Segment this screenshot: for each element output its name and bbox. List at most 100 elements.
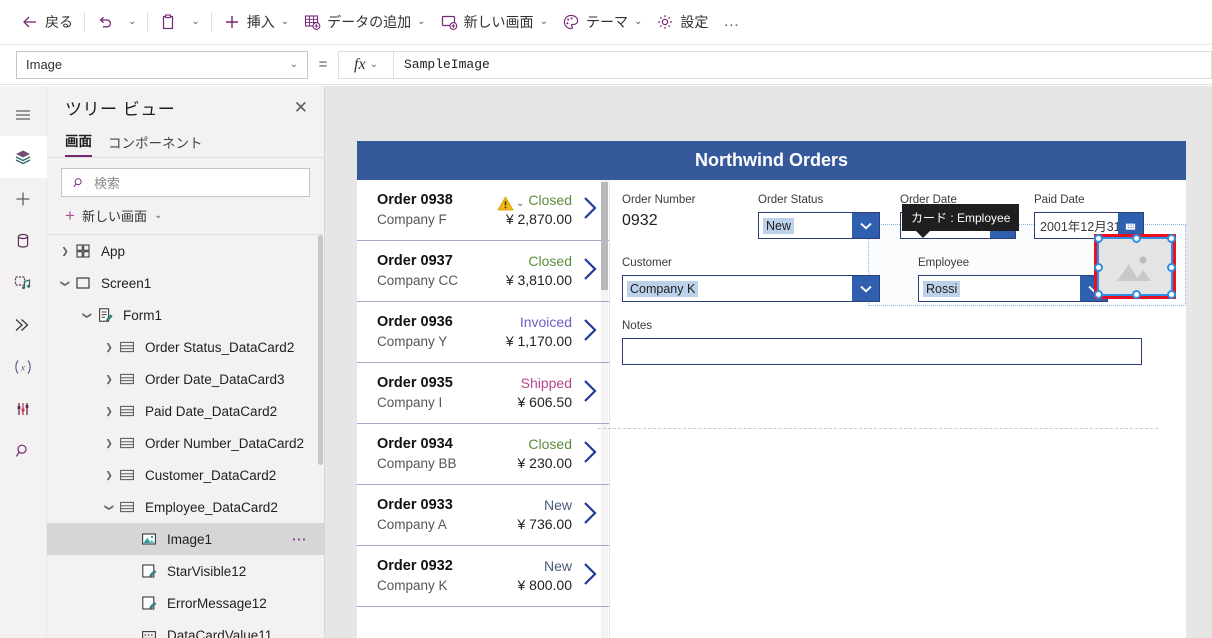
gallery-item[interactable]: Order 0938 Company F Closed ¥ 2,870.00 ⌄: [357, 180, 609, 241]
tree-node-context-menu[interactable]: ⋯: [292, 532, 309, 547]
resize-handle-w[interactable]: [1094, 263, 1103, 272]
image-icon: [139, 531, 159, 547]
tree-node-paid-date-datacard2[interactable]: ❯ Paid Date_DataCard2: [47, 395, 324, 427]
chevron-down-icon[interactable]: [852, 276, 879, 301]
resize-handle-sw[interactable]: [1094, 290, 1103, 299]
tree-node-starvisible12[interactable]: StarVisible12: [47, 555, 324, 587]
power-automate-button[interactable]: [0, 304, 47, 346]
tree-view-button[interactable]: [0, 136, 47, 178]
resize-handle-s[interactable]: [1132, 290, 1141, 299]
gallery-item[interactable]: Order 0936 Company Y Invoiced ¥ 1,170.00: [357, 302, 609, 363]
insert-panel-button[interactable]: [0, 178, 47, 220]
tree-node-label: DataCardValue11: [167, 627, 273, 638]
tree-view-icon: [15, 150, 31, 165]
resize-handle-e[interactable]: [1167, 263, 1176, 272]
insert-button[interactable]: 挿入 ⌄: [216, 5, 296, 39]
gallery-item[interactable]: Order 0934 Company BB Closed ¥ 230.00: [357, 424, 609, 485]
new-screen-button[interactable]: 新しい画面 ⌄: [433, 5, 555, 39]
add-data-button[interactable]: データの追加 ⌄: [296, 5, 432, 39]
hamburger-menu-button[interactable]: [0, 94, 47, 136]
tree-search-box[interactable]: 検索: [61, 168, 310, 197]
theme-label: テーマ: [585, 14, 628, 30]
data-panel-button[interactable]: [0, 220, 47, 262]
gallery-item-warning[interactable]: ⌄: [497, 196, 524, 211]
employee-dropdown[interactable]: Rossi: [918, 275, 1108, 302]
orders-gallery[interactable]: Order 0938 Company F Closed ¥ 2,870.00 ⌄ Orde…: [357, 180, 610, 638]
tree-node-order-status-datacard2[interactable]: ❯ Order Status_DataCard2: [47, 331, 324, 363]
chevron-right-icon[interactable]: ❯: [101, 438, 117, 449]
app-body: Order 0938 Company F Closed ¥ 2,870.00 ⌄ Orde…: [357, 180, 1186, 638]
theme-button[interactable]: テーマ ⌄: [555, 5, 649, 39]
tree-node-datacardvalue11[interactable]: DataCardValue11: [47, 619, 324, 638]
variables-button[interactable]: x: [0, 346, 47, 388]
chevron-down-icon[interactable]: ⌄: [516, 198, 524, 209]
image1-control[interactable]: [1094, 234, 1176, 299]
gallery-item[interactable]: Order 0937 Company CC Closed ¥ 3,810.00: [357, 241, 609, 302]
media-panel-button[interactable]: [0, 262, 47, 304]
tools-button[interactable]: [0, 388, 47, 430]
formula-input[interactable]: SampleImage: [394, 50, 1212, 79]
undo-dropdown[interactable]: ⌄: [121, 5, 143, 39]
chevron-right-icon[interactable]: ❯: [57, 246, 73, 257]
tab-screens[interactable]: 画面: [65, 130, 92, 157]
overflow-menu-button[interactable]: …: [715, 13, 748, 31]
gallery-scrollbar-thumb[interactable]: [601, 182, 608, 290]
chevron-down-icon[interactable]: [852, 213, 879, 238]
gallery-item-chevron-icon[interactable]: [576, 317, 604, 348]
chevron-down-icon[interactable]: ❯: [104, 499, 115, 515]
settings-button[interactable]: 設定: [649, 5, 715, 39]
paste-dropdown[interactable]: ⌄: [184, 5, 206, 39]
tree-node-order-number-datacard2[interactable]: ❯ Order Number_DataCard2: [47, 427, 324, 459]
tree-node-errormessage12[interactable]: ErrorMessage12: [47, 587, 324, 619]
chevron-right-icon[interactable]: ❯: [101, 342, 117, 353]
new-screen-tree-button[interactable]: + 新しい画面 ⌄: [47, 201, 324, 234]
tree-node-list: ❯ App ❯ Screen1 ❯ Form1 ❯ Order Status_DataCard…: [47, 234, 324, 638]
chevron-right-icon[interactable]: ❯: [101, 374, 117, 385]
gallery-item[interactable]: Order 0935 Company I Shipped ¥ 606.50: [357, 363, 609, 424]
gallery-item-chevron-icon[interactable]: [576, 500, 604, 531]
chevron-down-icon: ⌄: [128, 16, 137, 27]
paste-button[interactable]: [152, 5, 184, 39]
gallery-item-chevron-icon[interactable]: [576, 561, 604, 592]
chevron-down-icon[interactable]: ❯: [60, 275, 71, 291]
tree-node-order-date-datacard3[interactable]: ❯ Order Date_DataCard3: [47, 363, 324, 395]
command-bar: 戻る ⌄ ⌄ 挿入 ⌄ データの追加 ⌄ 新しい画面 ⌄ テーマ ⌄ 設定 …: [0, 0, 1212, 45]
tree-search-input[interactable]: 検索: [94, 173, 120, 192]
customer-dropdown[interactable]: Company K: [622, 275, 880, 302]
chevron-down-icon[interactable]: ❯: [82, 307, 93, 323]
chevron-right-icon[interactable]: ❯: [101, 406, 117, 417]
tree-scrollbar[interactable]: [318, 235, 323, 465]
back-button[interactable]: 戻る: [14, 5, 80, 39]
toolbar-divider: [147, 12, 149, 32]
gallery-item-order: Order 0938: [377, 192, 453, 208]
property-select[interactable]: Image ⌄: [16, 50, 308, 79]
undo-button[interactable]: [89, 5, 121, 39]
gallery-item-company: Company Y: [377, 334, 448, 349]
search-button[interactable]: [0, 430, 47, 472]
gallery-item[interactable]: Order 0933 Company A New ¥ 736.00: [357, 485, 609, 546]
canvas-area: Northwind Orders Order 0938 Company F Clos…: [325, 86, 1212, 638]
order-status-dropdown[interactable]: New: [758, 212, 880, 239]
chevron-right-icon[interactable]: ❯: [101, 470, 117, 481]
resize-handle-ne[interactable]: [1167, 234, 1176, 243]
fx-button[interactable]: fx ⌄: [338, 50, 394, 79]
gallery-item-chevron-icon[interactable]: [576, 256, 604, 287]
tree-node-image1[interactable]: Image1 ⋯: [47, 523, 324, 555]
close-icon[interactable]: ✕: [294, 99, 308, 116]
tree-node-employee-datacard2[interactable]: ❯ Employee_DataCard2: [47, 491, 324, 523]
gallery-item-chevron-icon[interactable]: [576, 195, 604, 226]
tree-node-screen1[interactable]: ❯ Screen1: [47, 267, 324, 299]
form-row-3: Notes: [622, 320, 1164, 365]
image-control-selection[interactable]: [1094, 234, 1176, 299]
resize-handle-se[interactable]: [1167, 290, 1176, 299]
resize-handle-nw[interactable]: [1094, 234, 1103, 243]
notes-input[interactable]: [622, 338, 1142, 365]
tree-node-app[interactable]: ❯ App: [47, 235, 324, 267]
tab-components[interactable]: コンポーネント: [108, 132, 203, 157]
gallery-item-chevron-icon[interactable]: [576, 439, 604, 470]
gallery-item-chevron-icon[interactable]: [576, 378, 604, 409]
tree-node-customer-datacard2[interactable]: ❯ Customer_DataCard2: [47, 459, 324, 491]
resize-handle-n[interactable]: [1132, 234, 1141, 243]
gallery-item[interactable]: Order 0932 Company K New ¥ 800.00: [357, 546, 609, 607]
tree-node-form1[interactable]: ❯ Form1: [47, 299, 324, 331]
